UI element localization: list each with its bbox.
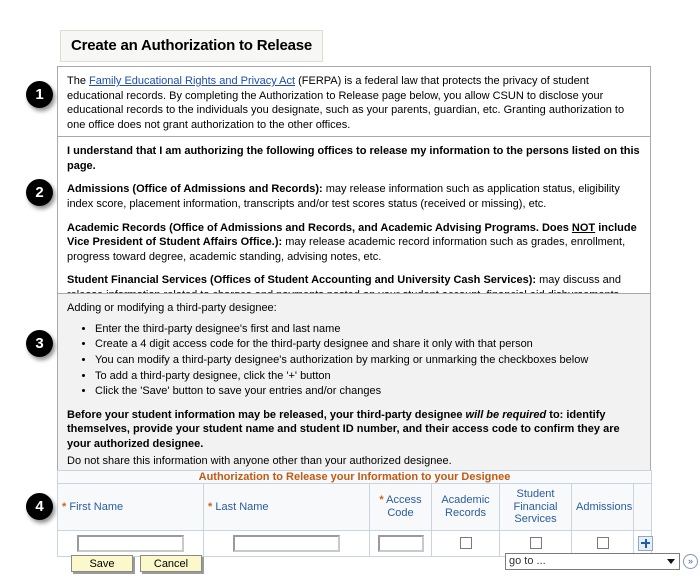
admissions-checkbox[interactable] xyxy=(596,537,609,550)
cancel-button[interactable]: Cancel xyxy=(140,555,202,572)
column-header-first-name-label: First Name xyxy=(69,500,124,513)
designee-requirement-emphasis: will be required xyxy=(465,408,547,421)
page-title: Create an Authorization to Release xyxy=(60,30,324,62)
plus-icon[interactable] xyxy=(638,535,653,551)
column-header-academic-records-line2: Records xyxy=(445,506,486,519)
chevron-down-icon xyxy=(667,559,675,564)
list-item: To add a third-party designee, click the… xyxy=(95,369,641,384)
column-header-last-name-label: Last Name xyxy=(215,500,269,513)
grid-caption: Authorization to Release your Informatio… xyxy=(57,470,652,484)
instructions-heading: Adding or modifying a third-party design… xyxy=(67,302,277,314)
column-header-actions xyxy=(633,483,652,531)
column-header-admissions: Admissions xyxy=(571,483,634,531)
authorization-to-release-page: 1 2 3 4 Create an Authorization to Relea… xyxy=(0,0,700,586)
column-header-academic-records: Academic Records xyxy=(431,483,500,531)
instructions-bullet-list: Enter the third-party designee's first a… xyxy=(67,322,641,399)
column-header-student-financial-line3: Services xyxy=(514,513,557,526)
designee-requirement-paragraph: Before your student information may be r… xyxy=(67,408,641,452)
grid-header-row: * First Name * Last Name * Access Code Ac… xyxy=(57,483,652,531)
column-header-access-code: * Access Code xyxy=(369,483,432,531)
step-badge-2: 2 xyxy=(26,179,53,206)
list-item: Create a 4 digit access code for the thi… xyxy=(95,337,641,352)
step-badge-1: 1 xyxy=(26,81,53,108)
academic-records-label-not: NOT xyxy=(571,221,596,234)
academic-records-label-part1: Academic Records (Office of Admissions a… xyxy=(67,221,572,234)
ferpa-link[interactable]: Family Educational Rights and Privacy Ac… xyxy=(89,75,295,87)
step-badge-4: 4 xyxy=(26,493,53,520)
goto-navigation: go to ... » xyxy=(505,553,698,570)
list-item: Click the 'Save' button to save your ent… xyxy=(95,384,641,399)
academic-records-checkbox[interactable] xyxy=(459,537,472,550)
column-header-access-code-line2: Code xyxy=(387,506,414,519)
save-button[interactable]: Save xyxy=(71,555,133,572)
goto-select-value: go to ... xyxy=(509,555,546,567)
designee-grid: Authorization to Release your Informatio… xyxy=(57,470,653,557)
step-badge-3: 3 xyxy=(26,330,53,357)
last-name-input[interactable] xyxy=(233,534,340,552)
column-header-student-financial-line2: Financial xyxy=(513,500,558,513)
designee-requirement-part1: Before your student information may be r… xyxy=(67,408,466,421)
offices-heading: I understand that I am authorizing the f… xyxy=(67,145,640,172)
do-not-share-note: Do not share this information with anyon… xyxy=(67,454,452,467)
column-header-last-name: * Last Name xyxy=(203,483,370,531)
access-code-input[interactable] xyxy=(377,534,424,552)
list-item: You can modify a third-party designee's … xyxy=(95,353,641,368)
column-header-access-code-line1: Access xyxy=(386,494,422,507)
required-marker: * xyxy=(379,494,384,507)
first-name-input[interactable] xyxy=(77,534,184,552)
column-header-academic-records-line1: Academic xyxy=(441,494,490,507)
required-marker: * xyxy=(208,500,213,513)
admissions-office-paragraph: Admissions (Office of Admissions and Rec… xyxy=(67,182,641,211)
required-marker: * xyxy=(62,500,67,513)
student-financial-services-checkbox[interactable] xyxy=(529,537,542,550)
student-financial-services-label: Student Financial Services (Offices of S… xyxy=(67,274,537,287)
goto-select[interactable]: go to ... xyxy=(505,553,680,570)
designee-instructions-panel: Adding or modifying a third-party design… xyxy=(57,293,651,477)
grid-caption-row: Authorization to Release your Informatio… xyxy=(57,470,652,484)
column-header-student-financial-line1: Student xyxy=(516,488,555,500)
footer-toolbar: Save Cancel go to ... » xyxy=(57,553,700,579)
ferpa-info-panel: The Family Educational Rights and Privac… xyxy=(57,66,651,141)
column-header-first-name: * First Name xyxy=(57,483,204,531)
goto-go-button[interactable]: » xyxy=(683,554,698,569)
list-item: Enter the third-party designee's first a… xyxy=(95,322,641,337)
ferpa-lead-text: The xyxy=(67,75,90,87)
ferpa-paragraph: The Family Educational Rights and Privac… xyxy=(67,74,641,133)
academic-records-office-paragraph: Academic Records (Office of Admissions a… xyxy=(67,221,641,265)
admissions-office-label: Admissions (Office of Admissions and Rec… xyxy=(67,183,323,196)
column-header-student-financial-services: Student Financial Services xyxy=(499,483,572,531)
